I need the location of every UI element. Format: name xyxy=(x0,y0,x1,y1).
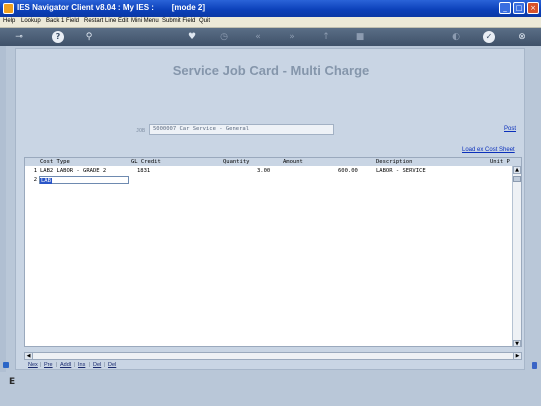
globe-icon[interactable]: ◐ xyxy=(450,31,462,43)
menu-help[interactable]: Help xyxy=(3,18,15,24)
cell-cost-type[interactable]: LAB2 LABOR - GRADE 2 xyxy=(40,167,106,175)
delete-all-link[interactable]: Del xyxy=(108,362,116,368)
cell-amount[interactable]: 600.00 xyxy=(338,167,358,175)
horizontal-scrollbar[interactable]: ◀ ▶ xyxy=(24,352,522,360)
history-icon[interactable]: ◷ xyxy=(218,31,230,43)
cell-gl-credit[interactable]: 1831 xyxy=(137,167,150,175)
column-header-amount[interactable]: Amount xyxy=(283,158,303,166)
charge-grid: Cost Type GL Credit Quantity Amount Desc… xyxy=(24,157,522,347)
forward-icon[interactable]: » xyxy=(286,31,298,43)
separator: | xyxy=(40,362,42,368)
toolbar: ⊸ ? ⚲ ♥ ◷ « » ↑ ■ ◐ ✓ ⊗ xyxy=(0,28,541,46)
post-link[interactable]: Post xyxy=(504,126,516,132)
key-icon[interactable]: ⊸ xyxy=(8,31,30,43)
close-icon[interactable]: × xyxy=(527,2,539,14)
table-row[interactable]: 2 LAB xyxy=(25,176,513,184)
menu-restart-line-edit[interactable]: Restart Line Edit xyxy=(84,18,128,24)
menu-lookup[interactable]: Lookup xyxy=(21,18,41,24)
confirm-icon[interactable]: ✓ xyxy=(483,31,495,43)
separator: | xyxy=(74,362,76,368)
job-field[interactable]: 5000007 Car Service - General xyxy=(149,124,334,135)
separator: | xyxy=(56,362,58,368)
scroll-thumb[interactable] xyxy=(513,176,521,182)
scroll-down-icon[interactable]: ▼ xyxy=(513,340,521,346)
scroll-right-icon[interactable]: ▶ xyxy=(513,353,521,359)
separator: | xyxy=(89,362,91,368)
cell-description[interactable]: LABOR - SERVICE xyxy=(376,167,426,175)
row-number: 2 xyxy=(33,177,37,183)
previous-row-link[interactable]: Pre xyxy=(44,362,53,368)
up-icon[interactable]: ↑ xyxy=(320,31,332,43)
next-row-link[interactable]: Nex xyxy=(28,362,38,368)
info-icon xyxy=(532,362,537,369)
maximize-icon[interactable]: □ xyxy=(513,2,525,14)
help-icon[interactable]: ? xyxy=(52,31,64,43)
delete-row-link[interactable]: Del xyxy=(93,362,101,368)
footer-area xyxy=(0,372,541,406)
cost-type-edit-input[interactable]: LAB xyxy=(39,176,129,184)
row-number: 1 xyxy=(33,168,37,174)
grid-header: Cost Type GL Credit Quantity Amount Desc… xyxy=(25,158,521,166)
column-header-quantity[interactable]: Quantity xyxy=(223,158,250,166)
menu-bar: Help Lookup Back 1 Field Restart Line Ed… xyxy=(0,17,541,28)
menu-quit[interactable]: Quit xyxy=(199,18,210,24)
add-row-link[interactable]: AddI xyxy=(60,362,71,368)
scroll-left-icon[interactable]: ◀ xyxy=(25,353,33,359)
column-header-gl-credit[interactable]: GL Credit xyxy=(131,158,161,166)
footer-marker-icon: E xyxy=(9,377,16,387)
window-title: IES Navigator Client v8.04 : My IES : [m… xyxy=(17,3,206,12)
separator: | xyxy=(104,362,106,368)
edit-value: LAB xyxy=(40,178,52,184)
heart-icon[interactable]: ♥ xyxy=(186,31,198,43)
table-row[interactable]: 1 LAB2 LABOR - GRADE 2 1831 3.00 600.00 … xyxy=(25,167,513,175)
job-field-label: JOB xyxy=(136,128,146,134)
insert-row-link[interactable]: Ins xyxy=(78,362,85,368)
page-title: Service Job Card - Multi Charge xyxy=(172,63,370,78)
cell-quantity[interactable]: 3.00 xyxy=(257,167,270,175)
left-edge-strip xyxy=(0,46,6,386)
column-header-unit-price[interactable]: Unit P xyxy=(490,158,510,166)
menu-mini-menu[interactable]: Mini Menu xyxy=(131,18,159,24)
back-icon[interactable]: « xyxy=(252,31,264,43)
menu-submit-field[interactable]: Submit Field xyxy=(162,18,195,24)
status-icon xyxy=(3,362,9,368)
search-icon[interactable]: ⚲ xyxy=(83,31,95,43)
column-header-cost-type[interactable]: Cost Type xyxy=(40,158,70,166)
vertical-scrollbar[interactable]: ▲ ▼ xyxy=(512,166,521,346)
scroll-up-icon[interactable]: ▲ xyxy=(513,166,521,174)
menu-back-field[interactable]: Back 1 Field xyxy=(46,18,79,24)
app-logo-icon xyxy=(3,3,14,14)
load-cost-sheet-link[interactable]: Load ex Cost Sheet xyxy=(462,147,515,153)
window-title-bar: IES Navigator Client v8.04 : My IES : [m… xyxy=(0,0,541,17)
cancel-icon[interactable]: ⊗ xyxy=(516,31,528,43)
column-header-description[interactable]: Description xyxy=(376,158,412,166)
main-panel: Service Job Card - Multi Charge JOB 5000… xyxy=(15,48,525,370)
list-icon[interactable]: ■ xyxy=(354,31,366,43)
minimize-icon[interactable]: _ xyxy=(499,2,511,14)
